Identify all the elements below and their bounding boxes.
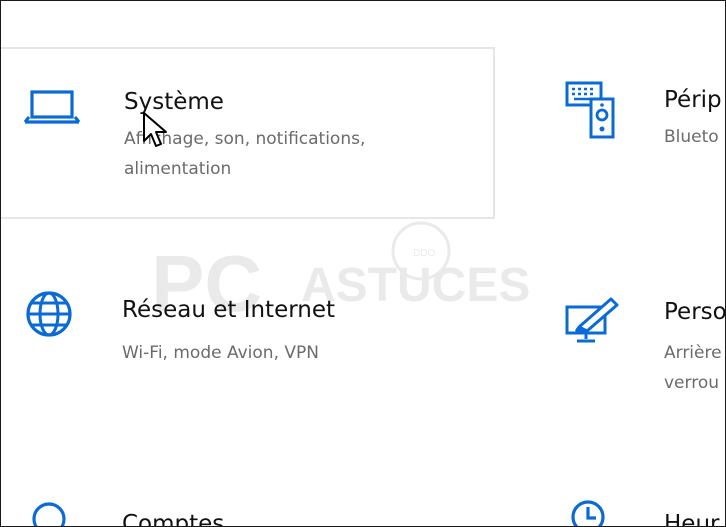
- tile-description: Arrière: [664, 343, 722, 363]
- tile-title: Système: [124, 89, 224, 115]
- tile-description: Blueto: [664, 127, 719, 147]
- globe-icon: [26, 291, 72, 337]
- tile-personnalisation[interactable]: Perso Arrière verrou: [551, 259, 726, 431]
- laptop-icon: [24, 90, 80, 124]
- mouse-cursor: [143, 112, 167, 147]
- tile-peripheriques[interactable]: Périp Blueto: [551, 47, 725, 219]
- tile-description-line2: alimentation: [124, 159, 232, 179]
- tile-title: Réseau et Internet: [122, 297, 336, 323]
- devices-icon: [565, 81, 615, 139]
- tile-title: Périp: [664, 87, 722, 113]
- tile-title: Heur: [664, 511, 720, 527]
- tile-systeme[interactable]: Système Affichage, son, notifications, a…: [1, 47, 495, 219]
- tile-title: Perso: [664, 299, 726, 325]
- settings-window: PC ASTUCES DDO Système Affichage, son, n…: [0, 0, 726, 527]
- clock-icon: [571, 500, 605, 526]
- tile-description-line2: verrou: [664, 373, 720, 393]
- watermark-tagline: DDO: [413, 248, 435, 259]
- tile-description: Wi-Fi, mode Avion, VPN: [122, 343, 319, 363]
- personalization-icon: [565, 297, 619, 343]
- tile-reseau-internet[interactable]: Réseau et Internet Wi-Fi, mode Avion, VP…: [1, 259, 495, 431]
- tile-heure-langue[interactable]: Heur: [551, 471, 725, 527]
- tile-title: Comptes: [122, 511, 225, 527]
- person-icon: [32, 502, 66, 526]
- tile-comptes[interactable]: Comptes: [1, 471, 495, 527]
